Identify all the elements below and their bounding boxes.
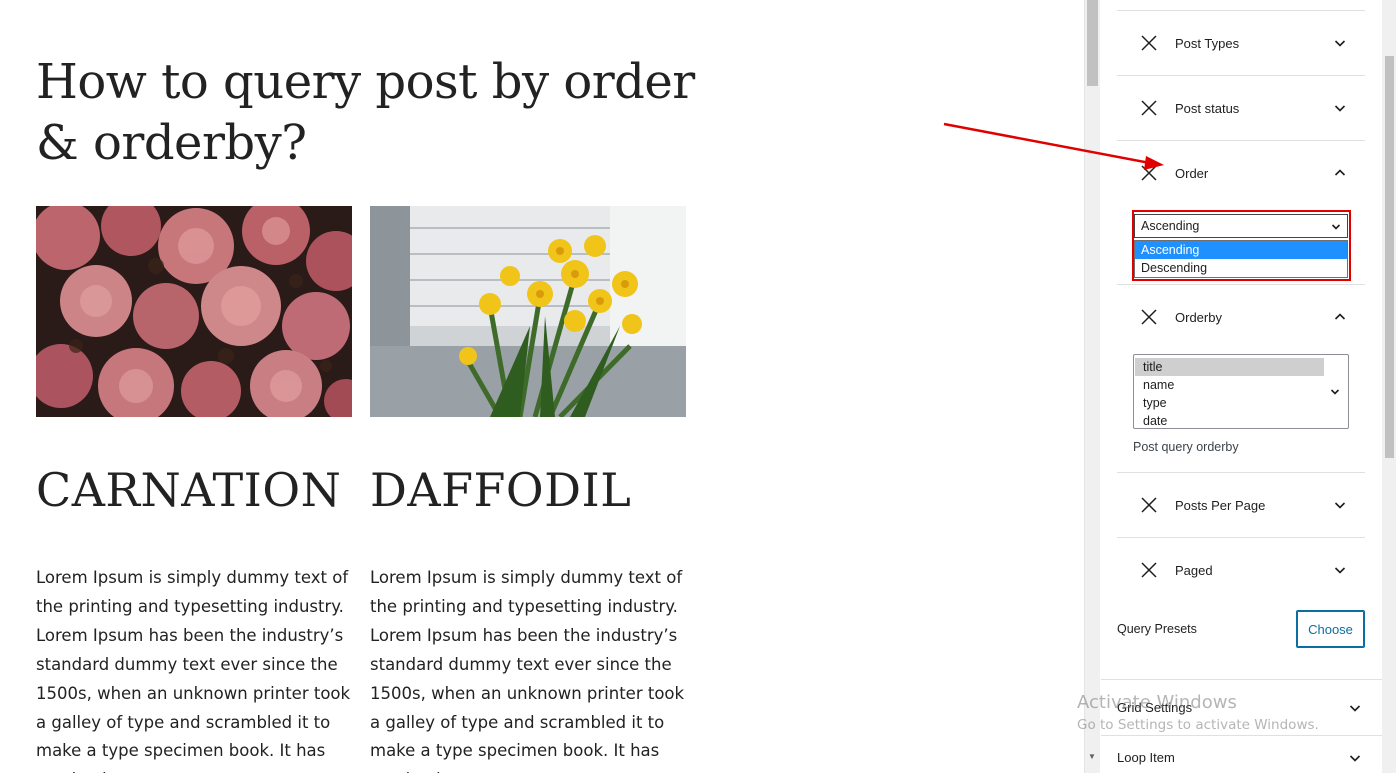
chevron-down-icon[interactable] xyxy=(1333,36,1347,50)
watermark-subtitle: Go to Settings to activate Windows. xyxy=(1077,717,1319,733)
chevron-down-icon[interactable] xyxy=(1333,498,1347,512)
panel-orderby[interactable]: Orderby xyxy=(1117,284,1365,349)
panel-post-status-label: Post status xyxy=(1175,100,1240,116)
carnation-image[interactable] xyxy=(36,206,352,417)
orderby-option-date[interactable]: date xyxy=(1135,412,1324,430)
page-title[interactable]: How to query post by order & orderby? xyxy=(36,52,736,174)
orderby-option-title[interactable]: title xyxy=(1135,358,1324,376)
chevron-up-icon[interactable] xyxy=(1333,166,1347,180)
daffodil-image[interactable] xyxy=(370,206,686,417)
scroll-down-arrow-icon[interactable]: ▼ xyxy=(1088,752,1096,761)
daffodil-photo xyxy=(370,206,686,417)
panel-loop-item-label: Loop Item xyxy=(1117,750,1175,765)
close-icon[interactable] xyxy=(1139,98,1159,118)
orderby-help-text: Post query orderby xyxy=(1133,440,1239,454)
panel-posts-per-page[interactable]: Posts Per Page xyxy=(1117,472,1365,537)
orderby-listbox[interactable]: title name type date xyxy=(1133,354,1349,429)
panel-posts-per-page-label: Posts Per Page xyxy=(1175,497,1266,513)
panel-order[interactable]: Order xyxy=(1117,140,1365,205)
close-icon[interactable] xyxy=(1139,495,1159,515)
order-option-ascending[interactable]: Ascending xyxy=(1135,241,1347,259)
carnation-photo xyxy=(36,206,352,417)
close-icon[interactable] xyxy=(1139,560,1159,580)
choose-preset-button[interactable]: Choose xyxy=(1296,610,1365,648)
chevron-down-icon[interactable] xyxy=(1333,101,1347,115)
query-presets-label: Query Presets xyxy=(1117,622,1197,636)
order-select[interactable]: Ascending xyxy=(1134,214,1348,238)
close-icon[interactable] xyxy=(1139,33,1159,53)
editor-canvas: How to query post by order & orderby? CA… xyxy=(0,0,1084,773)
panel-orderby-label: Orderby xyxy=(1175,309,1222,325)
panel-paged-label: Paged xyxy=(1175,562,1213,578)
panel-loop-item[interactable]: Loop Item xyxy=(1101,735,1382,773)
orderby-option-type[interactable]: type xyxy=(1135,394,1324,412)
chevron-down-icon[interactable] xyxy=(1331,221,1341,231)
order-dropdown-list[interactable]: Ascending Descending xyxy=(1134,240,1348,278)
chevron-down-icon[interactable] xyxy=(1348,701,1362,715)
close-icon[interactable] xyxy=(1139,307,1159,327)
activate-windows-watermark: Activate Windows Go to Settings to activ… xyxy=(1077,692,1319,734)
canvas-scrollbar[interactable]: ▼ xyxy=(1084,0,1100,773)
close-icon[interactable] xyxy=(1139,163,1159,183)
panel-post-status[interactable]: Post status xyxy=(1117,75,1365,140)
chevron-down-icon[interactable] xyxy=(1333,563,1347,577)
chevron-up-icon[interactable] xyxy=(1333,310,1347,324)
post-heading-carnation[interactable]: CARNATION xyxy=(36,462,341,518)
panel-post-types[interactable]: Post Types xyxy=(1117,10,1365,75)
order-select-value: Ascending xyxy=(1141,219,1200,233)
panel-post-types-label: Post Types xyxy=(1175,35,1240,51)
post-heading-daffodil[interactable]: DAFFODIL xyxy=(370,462,631,518)
orderby-option-name[interactable]: name xyxy=(1135,376,1324,394)
sidebar-scrollbar-thumb[interactable] xyxy=(1385,56,1394,458)
watermark-title: Activate Windows xyxy=(1077,692,1237,713)
post-excerpt-carnation: Lorem Ipsum is simply dummy text of the … xyxy=(36,568,351,773)
sidebar-scrollbar[interactable] xyxy=(1382,0,1396,773)
panel-order-label: Order xyxy=(1175,165,1209,181)
chevron-down-icon[interactable] xyxy=(1330,386,1340,396)
canvas-scrollbar-thumb[interactable] xyxy=(1087,0,1098,86)
chevron-down-icon[interactable] xyxy=(1348,751,1362,765)
order-option-descending[interactable]: Descending xyxy=(1135,259,1347,277)
panel-paged[interactable]: Paged xyxy=(1117,537,1365,602)
post-excerpt-daffodil: Lorem Ipsum is simply dummy text of the … xyxy=(370,568,685,773)
